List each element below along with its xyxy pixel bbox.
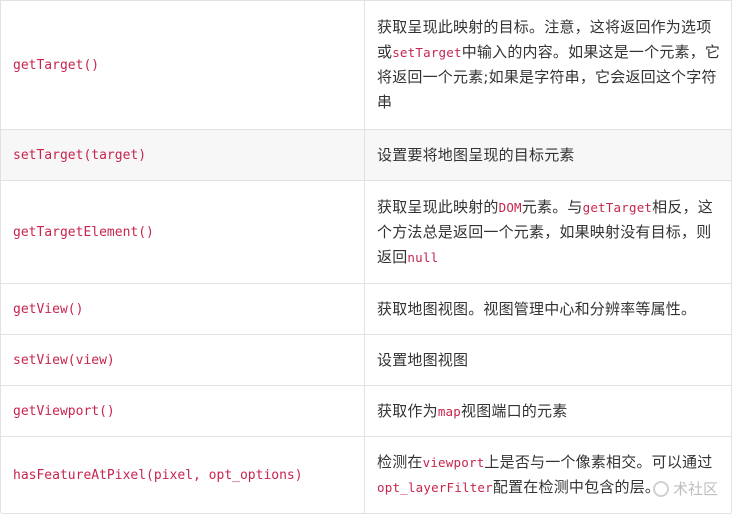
site-watermark: 术社区: [653, 478, 718, 499]
description-text: 获取呈现此映射的: [377, 198, 499, 216]
inline-code: map: [438, 404, 461, 419]
description-text: 设置要将地图呈现的目标元素: [377, 146, 575, 164]
description-text: 上是否与一个像素相交。可以通过: [484, 453, 712, 471]
method-description: 设置要将地图呈现的目标元素: [377, 143, 575, 168]
table-row: setTarget(target) 设置要将地图呈现的目标元素: [1, 130, 731, 181]
api-method-table: getTarget() 获取呈现此映射的目标。注意，这将返回作为选项或setTa…: [0, 0, 732, 513]
method-cell: getTargetElement(): [1, 181, 365, 283]
description-text: 设置地图视图: [377, 351, 468, 369]
description-cell: 获取呈现此映射的DOM元素。与getTarget相反，这个方法总是返回一个元素，…: [365, 181, 731, 283]
description-cell: 获取地图视图。视图管理中心和分辨率等属性。: [365, 284, 731, 334]
method-name: getTargetElement(): [13, 225, 154, 240]
description-text: 配置在检测中包含的层。: [493, 478, 660, 496]
table-row: getViewport() 获取作为map视图端口的元素: [1, 386, 731, 437]
inline-code: viewport: [423, 455, 485, 470]
table-row: setView(view) 设置地图视图: [1, 335, 731, 386]
method-description: 获取作为map视图端口的元素: [377, 399, 567, 424]
method-cell: hasFeatureAtPixel(pixel, opt_options): [1, 437, 365, 513]
method-name: getView(): [13, 302, 83, 317]
method-cell: getTarget(): [1, 1, 365, 129]
method-description: 获取呈现此映射的DOM元素。与getTarget相反，这个方法总是返回一个元素，…: [377, 195, 723, 270]
method-description: 获取地图视图。视图管理中心和分辨率等属性。: [377, 297, 696, 322]
description-text: 元素。与: [522, 198, 583, 216]
method-name: hasFeatureAtPixel(pixel, opt_options): [13, 468, 303, 483]
description-cell: 获取呈现此映射的目标。注意，这将返回作为选项或setTarget中输入的内容。如…: [365, 1, 731, 129]
description-text: 获取作为: [377, 402, 438, 420]
inline-code: opt_layerFilter: [377, 480, 493, 495]
inline-code: setTarget: [392, 45, 462, 60]
table-row: getTarget() 获取呈现此映射的目标。注意，这将返回作为选项或setTa…: [1, 1, 731, 130]
method-cell: getView(): [1, 284, 365, 334]
table-row: getTargetElement() 获取呈现此映射的DOM元素。与getTar…: [1, 181, 731, 284]
table-row: hasFeatureAtPixel(pixel, opt_options) 检测…: [1, 437, 731, 514]
description-text: 视图端口的元素: [461, 402, 567, 420]
community-logo-icon: [653, 481, 669, 497]
inline-code: DOM: [499, 200, 522, 215]
inline-code: getTarget: [583, 200, 653, 215]
method-name: setTarget(target): [13, 148, 146, 163]
description-cell: 设置地图视图: [365, 335, 731, 385]
method-cell: getViewport(): [1, 386, 365, 436]
watermark-text: 术社区: [673, 478, 718, 499]
method-description: 设置地图视图: [377, 348, 468, 373]
inline-code: null: [407, 250, 438, 265]
description-text: 检测在: [377, 453, 423, 471]
table-row: getView() 获取地图视图。视图管理中心和分辨率等属性。: [1, 284, 731, 335]
method-name: setView(view): [13, 353, 115, 368]
method-name: getViewport(): [13, 404, 115, 419]
description-cell: 检测在viewport上是否与一个像素相交。可以通过 opt_layerFilte…: [365, 437, 731, 513]
description-cell: 获取作为map视图端口的元素: [365, 386, 731, 436]
description-text: 获取地图视图。视图管理中心和分辨率等属性。: [377, 300, 696, 318]
description-cell: 设置要将地图呈现的目标元素: [365, 130, 731, 180]
method-cell: setView(view): [1, 335, 365, 385]
method-name: getTarget(): [13, 58, 99, 73]
method-cell: setTarget(target): [1, 130, 365, 180]
method-description: 获取呈现此映射的目标。注意，这将返回作为选项或setTarget中输入的内容。如…: [377, 15, 723, 115]
